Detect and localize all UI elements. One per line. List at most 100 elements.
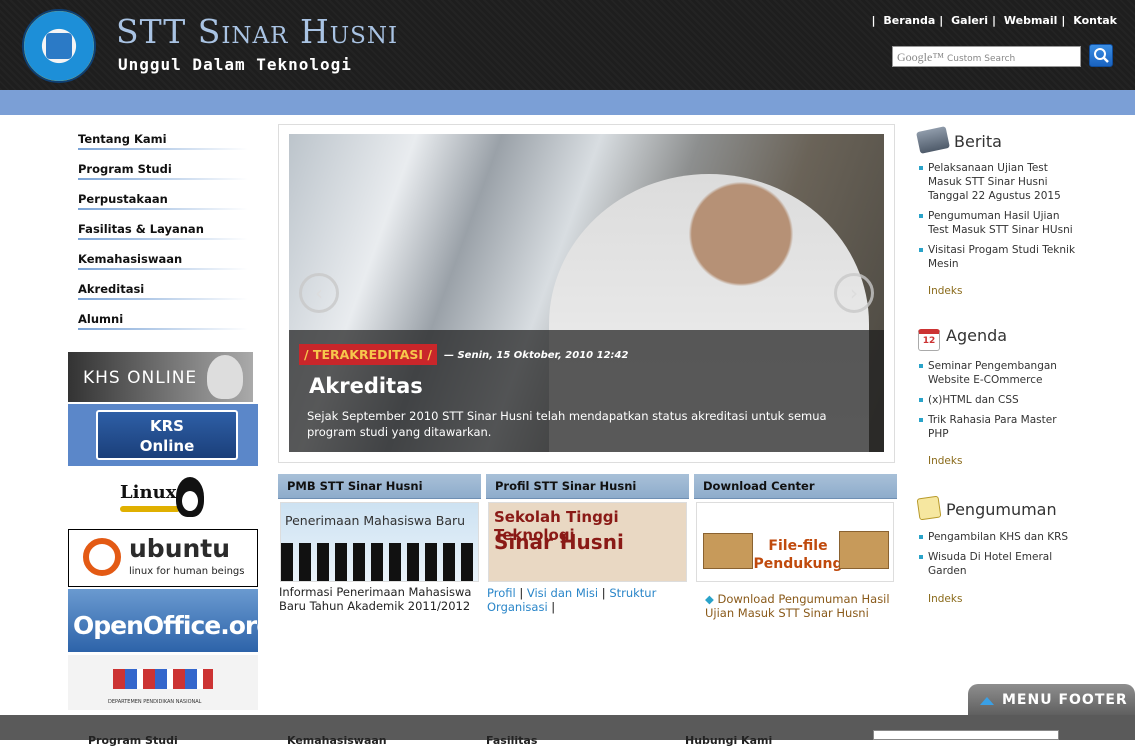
header-accent-bar — [0, 90, 1135, 115]
search-brand: Google™ — [897, 50, 945, 64]
profil-image[interactable]: Sekolah Tinggi Teknologi Sinar Husni — [488, 502, 687, 582]
ubuntu-logo-icon — [83, 538, 121, 576]
logo-emblem — [46, 33, 72, 59]
box-right-icon — [839, 531, 889, 569]
left-nav-perpustakaan[interactable]: Perpustakaan — [78, 190, 258, 220]
pmb-box-heading: PMB STT Sinar Husni — [278, 474, 481, 499]
slider-date: — Senin, 15 Oktober, 2010 12:42 — [444, 350, 629, 361]
left-nav-kemahasiswaan[interactable]: Kemahasiswaan — [78, 250, 258, 280]
site-title[interactable]: STT Sinar Husni — [116, 12, 398, 51]
left-nav-tentang-kami[interactable]: Tentang Kami — [78, 130, 258, 160]
site-header: STT Sinar Husni Unggul Dalam Teknologi |… — [0, 0, 1135, 90]
agenda-item[interactable]: (x)HTML dan CSS — [918, 393, 1078, 407]
profil-links: Profil | Visi dan Misi | Struktur Organi… — [487, 586, 657, 614]
left-nav-alumni[interactable]: Alumni — [78, 310, 258, 340]
site-footer: Program Studi Kemahasiswaan Fasilitas Hu… — [0, 715, 1135, 747]
top-navigation: | Beranda | Galeri | Webmail | Kontak — [872, 14, 1121, 27]
pengumuman-list: Pengambilan KHS dan KRS Wisuda Di Hotel … — [918, 530, 1078, 584]
menu-footer-label: MENU FOOTER — [1002, 692, 1128, 708]
nav-webmail-link[interactable]: Webmail — [1000, 14, 1062, 27]
pengumuman-item[interactable]: Wisuda Di Hotel Emeral Garden — [918, 550, 1078, 578]
left-navigation: Tentang Kami Program Studi Perpustakaan … — [78, 130, 258, 340]
nav-kontak-link[interactable]: Kontak — [1069, 14, 1121, 27]
slider-text: Sejak September 2010 STT Sinar Husni tel… — [307, 409, 827, 439]
left-nav-fasilitas[interactable]: Fasilitas & Layanan — [78, 220, 258, 250]
crowd-silhouette — [281, 543, 478, 581]
slider-prev-button[interactable]: ‹ — [299, 273, 339, 313]
category-badge[interactable]: / TERAKREDITASI / — [299, 344, 437, 365]
notepad-icon — [916, 495, 942, 521]
footer-col-program-studi: Program Studi — [88, 734, 178, 747]
pengumuman-item[interactable]: Pengambilan KHS dan KRS — [918, 530, 1078, 544]
calendar-icon: 12 — [918, 329, 940, 351]
download-link[interactable]: Download Pengumuman Hasil Ujian Masuk ST… — [705, 592, 890, 620]
agenda-list: Seminar Pengembangan Website E-COmmerce … — [918, 359, 1078, 447]
berita-list: Pelaksanaan Ujian Test Masuk STT Sinar H… — [918, 161, 1078, 277]
download-box-heading: Download Center — [694, 474, 897, 499]
search-icon — [1094, 48, 1109, 63]
linux-wordmark: Linux — [120, 482, 177, 503]
ubuntu-wordmark: ubuntu — [129, 534, 231, 563]
berita-indeks-link[interactable]: Indeks — [928, 285, 962, 297]
left-nav-program-studi[interactable]: Program Studi — [78, 160, 258, 190]
krs-banner-title: KRS — [150, 417, 184, 435]
berita-heading: Berita — [916, 126, 1002, 154]
openoffice-wordmark: OpenOffice.org — [73, 611, 274, 640]
search-button[interactable] — [1089, 44, 1113, 67]
pmb-image-text: Penerimaan Mahasiswa Baru — [285, 513, 466, 528]
nav-beranda-link[interactable]: Beranda — [879, 14, 939, 27]
site-tagline: Unggul Dalam Teknologi — [118, 55, 352, 74]
tux-penguin-icon — [176, 477, 204, 517]
slider-caption: / TERAKREDITASI / — Senin, 15 Oktober, 2… — [289, 330, 884, 452]
search-placeholder: Custom Search — [946, 54, 1016, 64]
download-link-item[interactable]: ◆ Download Pengumuman Hasil Ujian Masuk … — [705, 592, 895, 620]
agenda-item[interactable]: Seminar Pengembangan Website E-COmmerce — [918, 359, 1078, 387]
download-image[interactable]: File-file Pendukung — [696, 502, 894, 582]
khs-online-banner[interactable]: KHS ONLINE — [68, 352, 253, 402]
profil-box-heading: Profil STT Sinar Husni — [486, 474, 689, 499]
krs-banner-box: KRS Online — [96, 410, 238, 460]
slider-title[interactable]: Akreditas — [309, 374, 423, 398]
krs-online-banner[interactable]: KRS Online — [68, 404, 258, 466]
profil-link[interactable]: Profil — [487, 586, 516, 600]
menu-footer-toggle[interactable]: MENU FOOTER — [968, 684, 1135, 716]
bullet-icon: ◆ — [705, 592, 714, 606]
nav-galeri-link[interactable]: Galeri — [947, 14, 992, 27]
linux-banner[interactable]: Linux — [68, 474, 258, 522]
college-logo[interactable] — [22, 9, 96, 83]
berita-item[interactable]: Pelaksanaan Ujian Test Masuk STT Sinar H… — [918, 161, 1078, 203]
footer-col-kemahasiswaan: Kemahasiswaan — [287, 734, 387, 747]
pmb-description[interactable]: Informasi Penerimaan Mahasiswa Baru Tahu… — [279, 585, 481, 613]
khs-banner-label: KHS ONLINE — [83, 368, 198, 388]
slider-next-button[interactable]: › — [834, 273, 874, 313]
visi-misi-link[interactable]: Visi dan Misi — [527, 586, 598, 600]
graduation-caps-image — [113, 669, 213, 689]
linux-swoosh — [120, 506, 180, 512]
pengumuman-indeks-link[interactable]: Indeks — [928, 593, 962, 605]
agenda-item[interactable]: Trik Rahasia Para Master PHP — [918, 413, 1078, 441]
agenda-indeks-link[interactable]: Indeks — [928, 455, 962, 467]
search-input[interactable]: Google™ Custom Search — [892, 46, 1081, 67]
krs-banner-subtitle: Online — [139, 437, 195, 455]
newspaper-icon — [916, 126, 950, 154]
depdiknas-banner[interactable]: DEPARTEMEN PENDIDIKAN NASIONAL — [68, 655, 258, 710]
depdiknas-label: DEPARTEMEN PENDIDIKAN NASIONAL — [108, 699, 202, 705]
berita-item[interactable]: Pengumuman Hasil Ujian Test Masuk STT Si… — [918, 209, 1078, 237]
download-image-text: File-file Pendukung — [753, 538, 843, 572]
featured-slider[interactable]: ‹ › / TERAKREDITASI / — Senin, 15 Oktobe… — [289, 134, 884, 452]
box-left-icon — [703, 533, 753, 569]
profil-image-line2: Sinar Husni — [494, 530, 624, 554]
footer-col-hubungi-kami: Hubungi Kami — [685, 734, 773, 747]
pengumuman-heading: Pengumuman — [916, 495, 1057, 521]
ubuntu-banner[interactable]: ubuntu linux for human beings — [68, 529, 258, 587]
ubuntu-tagline: linux for human beings — [129, 566, 245, 577]
footer-col-fasilitas: Fasilitas — [486, 734, 538, 747]
agenda-heading: 12 Agenda — [918, 326, 1007, 351]
footer-widget-box — [873, 730, 1059, 740]
chevron-up-icon — [980, 697, 994, 705]
openoffice-banner[interactable]: OpenOffice.org — [68, 589, 274, 652]
left-nav-akreditasi[interactable]: Akreditasi — [78, 280, 258, 310]
student-photo — [207, 355, 243, 399]
berita-item[interactable]: Visitasi Progam Studi Teknik Mesin — [918, 243, 1078, 271]
pmb-image[interactable]: Penerimaan Mahasiswa Baru — [280, 502, 479, 582]
